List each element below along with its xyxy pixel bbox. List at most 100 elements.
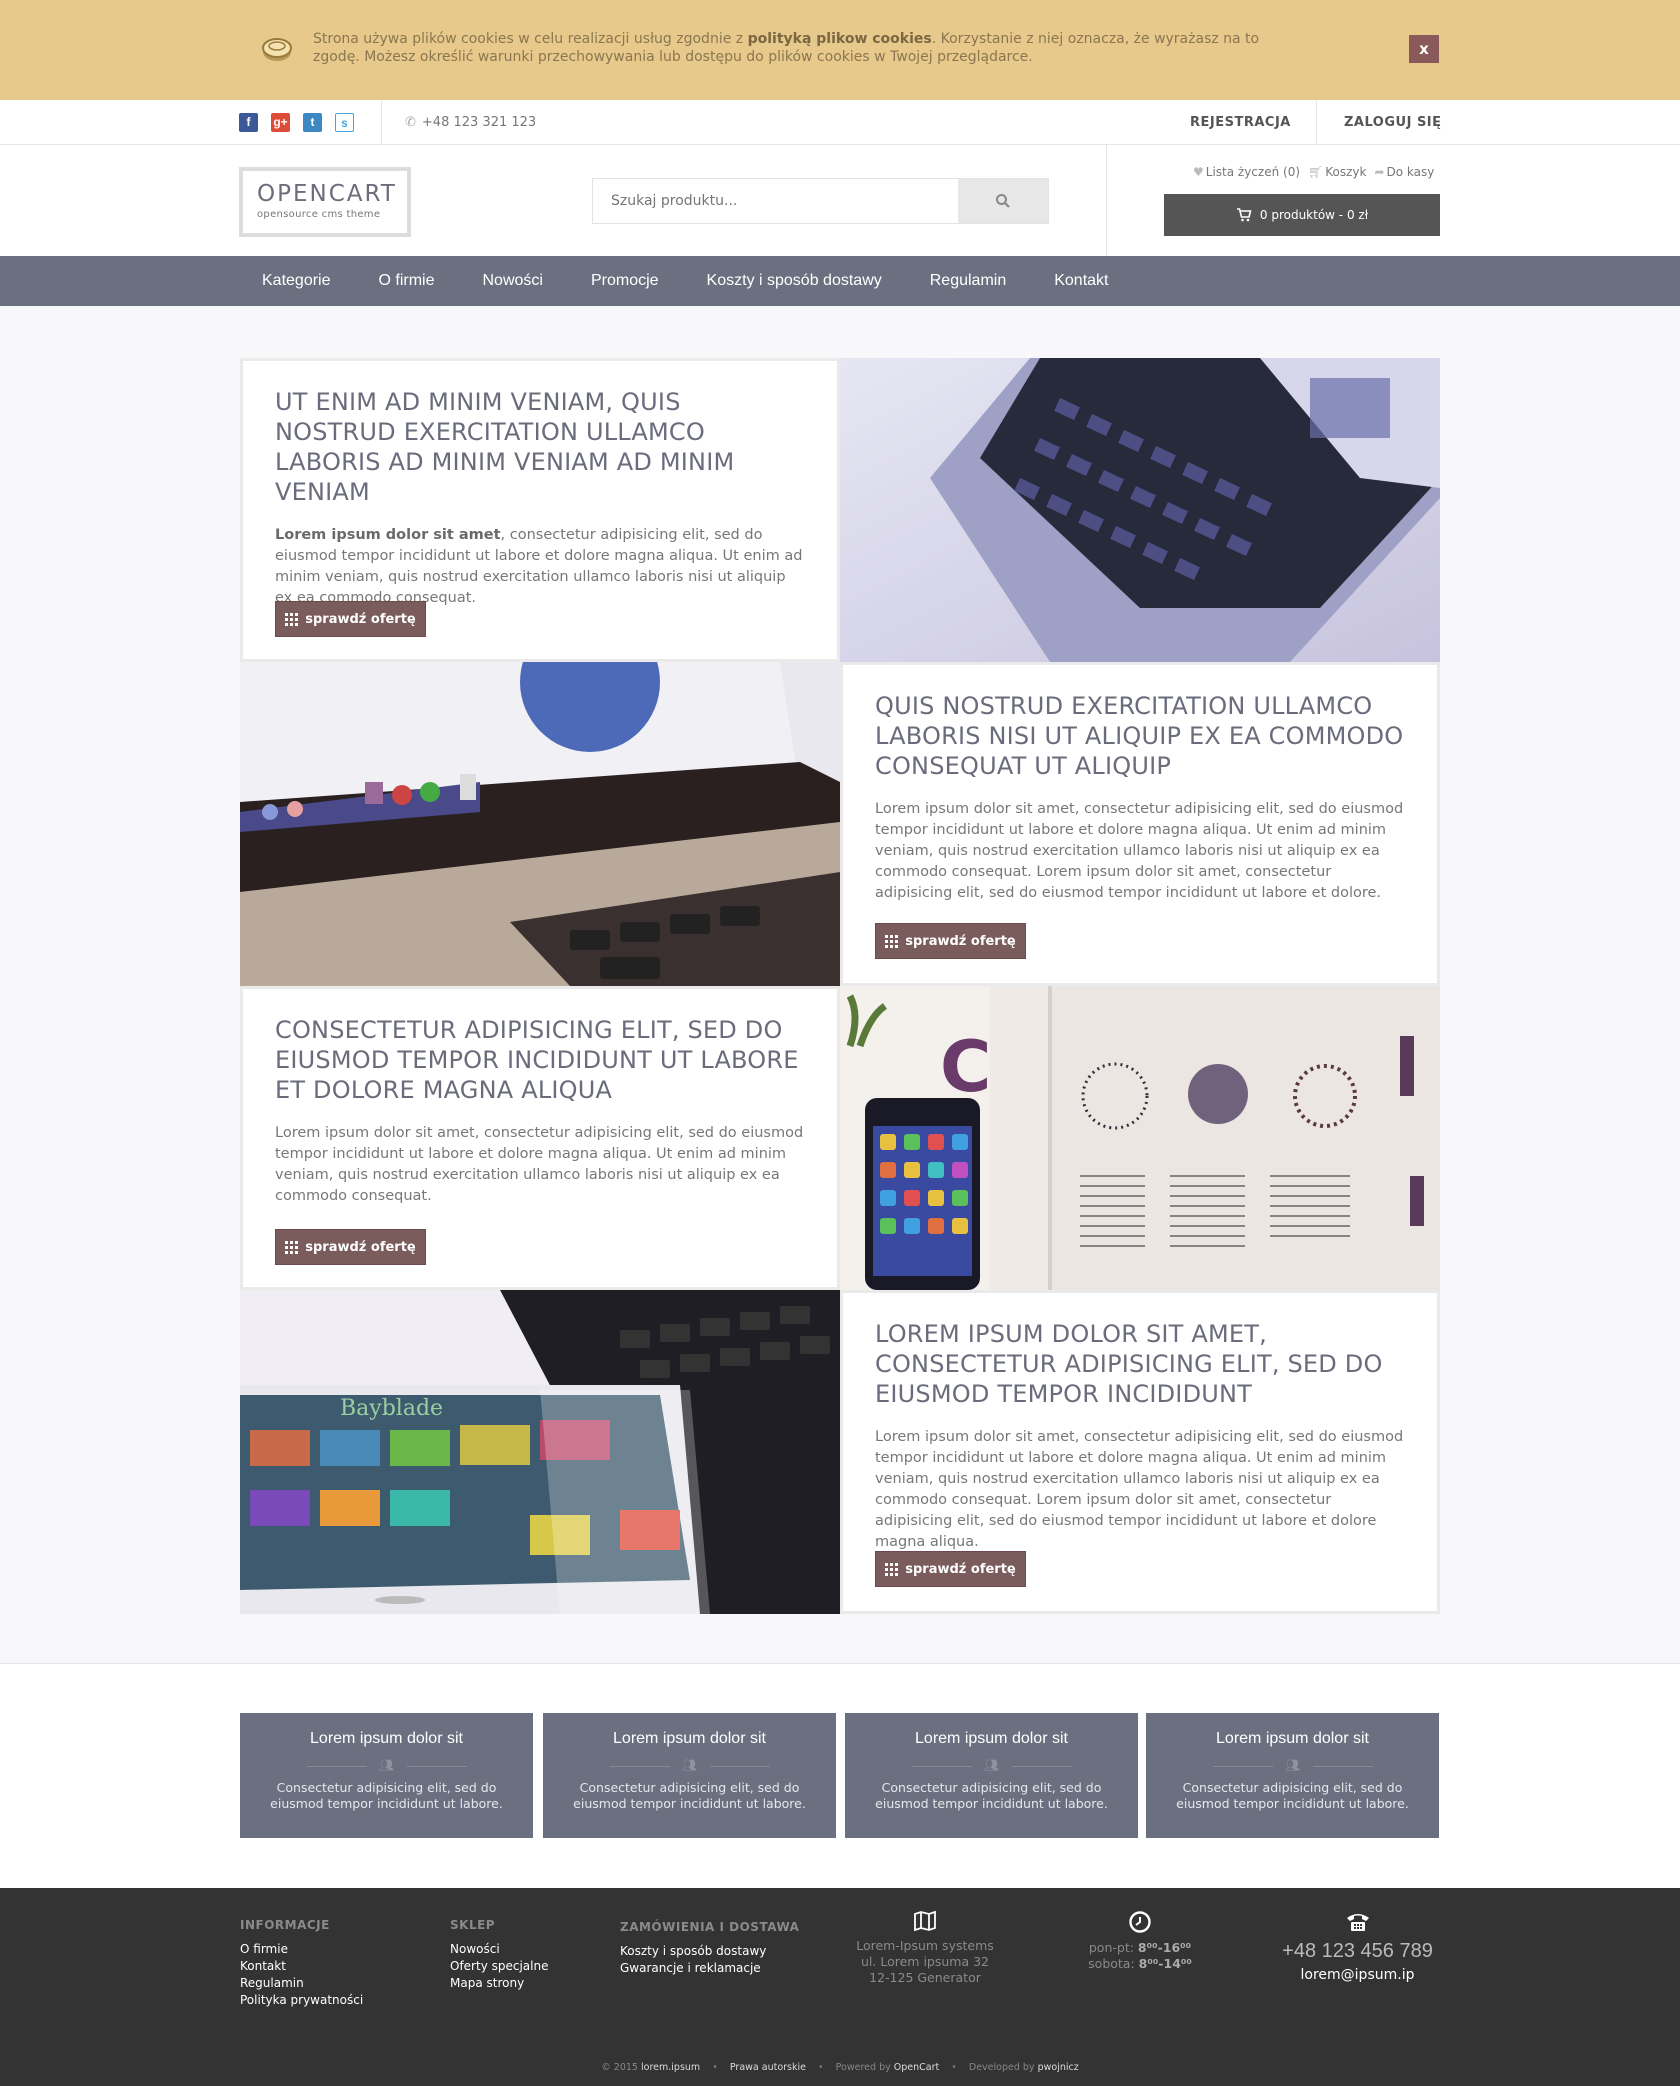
address-line: 12-125 Generator (869, 1970, 981, 1985)
header-links: ♥ Lista życzeń (0) 🛒︎ Koszyk ➦ Do kasy (1193, 165, 1434, 179)
nav-item-shipping[interactable]: Koszty i sposób dostawy (683, 256, 906, 306)
feature-text: Consectetur adipisicing elit, sed do eiu… (573, 1780, 806, 1811)
map-icon (914, 1910, 936, 1932)
login-link[interactable]: ZALOGUJ SIĘ (1344, 115, 1442, 130)
promo-tile: QUIS NOSTRUD EXERCITATION ULLAMCO LABORI… (840, 662, 1440, 986)
nav-item-new[interactable]: Nowości (459, 256, 567, 306)
cookie-policy-link[interactable]: polityką plikow cookies (748, 31, 932, 47)
divider (1106, 145, 1107, 256)
cart-button[interactable]: 0 produktów - 0 zł (1164, 194, 1440, 236)
tile-text: Lorem ipsum dolor sit amet, consectetur … (275, 1125, 804, 1204)
offer-button[interactable]: sprawdź ofertę (875, 1551, 1026, 1587)
svg-text:C: C (940, 1026, 991, 1108)
cookie-text: Strona używa plików cookies w celu reali… (313, 31, 748, 47)
powered-by-label: Powered by (835, 2062, 891, 2073)
footer-link[interactable]: O firmie (240, 1941, 363, 1958)
search-icon (996, 194, 1010, 208)
search-input[interactable] (593, 179, 959, 223)
footer-orders-title: ZAMÓWIENIA I DOSTAWA (620, 1920, 800, 1934)
footer-shop-title: SKLEP (450, 1918, 496, 1932)
footer-link[interactable]: Koszty i sposób dostawy (620, 1943, 799, 1960)
cart-link[interactable]: 🛒︎ Koszyk (1308, 165, 1366, 179)
top-phone-number: +48 123 321 123 (421, 115, 537, 130)
search-button[interactable] (958, 179, 1048, 223)
nav-item-promotions[interactable]: Promocje (567, 256, 683, 306)
tile-lead: Lorem ipsum dolor sit amet (275, 527, 501, 543)
footer-link[interactable]: Kontakt (240, 1958, 363, 1975)
search-box (592, 178, 1049, 224)
footer-shop-column: SKLEP Nowości Oferty specjalne Mapa stro… (450, 1918, 548, 1992)
logo-subtitle: opensource cms theme (257, 209, 381, 220)
svg-text:Bayblade: Bayblade (340, 1396, 443, 1421)
promo-tile: CONSECTETUR ADIPISICING ELIT, SED DO EIU… (240, 986, 840, 1290)
logo[interactable]: OPENCART opensource cms theme (239, 167, 411, 237)
tablet-on-laptop-photo: Bayblade (240, 1290, 840, 1614)
copyright-site-link[interactable]: lorem.ipsum (641, 2062, 700, 2073)
nav-item-contact[interactable]: Kontakt (1030, 256, 1132, 306)
hours-saturday-label: sobota: (1088, 1956, 1135, 1971)
facebook-icon[interactable]: f (239, 113, 258, 132)
grid-icon (885, 1562, 899, 1576)
powered-by-link[interactable]: OpenCart (894, 2062, 939, 2073)
footer-orders-column: ZAMÓWIENIA I DOSTAWA Koszty i sposób dos… (620, 1920, 799, 1977)
nav-item-about[interactable]: O firmie (355, 256, 459, 306)
grid-icon (285, 1240, 299, 1254)
footer-phone[interactable]: +48 123 456 789 (1270, 1940, 1445, 1963)
footer-info-column: INFORMACJE O firmie Kontakt Regulamin Po… (240, 1918, 363, 2009)
tile-text: Lorem ipsum dolor sit amet, consectetur … (875, 801, 1404, 901)
grid-icon (285, 612, 299, 626)
footer-link[interactable]: Regulamin (240, 1975, 363, 1992)
cookie-close-button[interactable]: x (1409, 35, 1439, 63)
feature-box: Lorem ipsum dolor sit 👥︎ Consectetur adi… (1146, 1713, 1439, 1838)
checkout-label: Do kasy (1386, 165, 1435, 179)
tile-text: Lorem ipsum dolor sit amet, consectetur … (875, 1429, 1404, 1550)
tile-title: UT ENIM AD MINIM VENIAM, QUIS NOSTRUD EX… (275, 388, 735, 506)
wishlist-link[interactable]: ♥ Lista życzeń (0) (1193, 165, 1300, 179)
clock-icon (1129, 1911, 1151, 1933)
footer-email[interactable]: lorem@ipsum.ip (1270, 1967, 1445, 1983)
feature-box: Lorem ipsum dolor sit 👥︎ Consectetur adi… (845, 1713, 1138, 1838)
developed-by-label: Developed by (968, 2062, 1035, 2073)
footer-hours: pon-pt: 8⁰⁰-16⁰⁰ sobota: 8⁰⁰-14⁰⁰ (1060, 1910, 1220, 1972)
register-link[interactable]: REJESTRACJA (1190, 115, 1291, 130)
users-icon: 👥︎ (681, 1758, 698, 1772)
footer-link[interactable]: Mapa strony (450, 1975, 548, 1992)
developer-link[interactable]: pwojnicz (1038, 2062, 1079, 2073)
copyright-bar: © 2015 lorem.ipsum • Prawa autorskie • P… (601, 2062, 1079, 2073)
logo-title: OPENCART (257, 181, 397, 207)
twitter-icon[interactable]: t (303, 113, 322, 132)
footer-link[interactable]: Polityka prywatności (240, 1992, 363, 2009)
divider (1316, 100, 1317, 145)
cart-link-label: Koszyk (1325, 165, 1367, 179)
divider (0, 1663, 1680, 1664)
grid-icon (885, 934, 899, 948)
skype-icon[interactable]: s (335, 113, 354, 132)
feature-text: Consectetur adipisicing elit, sed do eiu… (270, 1780, 503, 1811)
cart-icon: 🛒︎ (1308, 165, 1324, 179)
hours-weekday-label: pon-pt: (1088, 1940, 1134, 1955)
phone-and-magazine-photo: C (840, 986, 1440, 1290)
header: OPENCART opensource cms theme ♥Lista życ… (0, 145, 1680, 256)
cookie-message: Strona używa plików cookies w celu reali… (313, 30, 1283, 66)
feature-text: Consectetur adipisicing elit, sed do eiu… (1176, 1780, 1409, 1811)
cart-summary: 0 produktów - 0 zł (1259, 208, 1369, 222)
feature-title: Lorem ipsum dolor sit (915, 1730, 1068, 1747)
users-icon: 👥︎ (983, 1758, 1000, 1772)
nav-item-terms[interactable]: Regulamin (906, 256, 1030, 306)
nav-item-categories[interactable]: Kategorie (238, 256, 355, 306)
cookie-icon (262, 38, 292, 61)
checkout-link[interactable]: ➦ Do kasy (1374, 165, 1434, 179)
footer-link[interactable]: Gwarancje i reklamacje (620, 1960, 799, 1977)
offer-button[interactable]: sprawdź ofertę (275, 1229, 426, 1265)
copyright-rights-link[interactable]: Prawa autorskie (730, 2062, 806, 2073)
footer-link[interactable]: Nowości (450, 1941, 548, 1958)
share-arrow-icon: ➦ (1374, 165, 1385, 179)
google-plus-icon[interactable]: g+ (271, 113, 290, 132)
footer-info-title: INFORMACJE (240, 1918, 330, 1932)
footer-link[interactable]: Oferty specjalne (450, 1958, 548, 1975)
offer-button[interactable]: sprawdź ofertę (875, 923, 1026, 959)
offer-button-label: sprawdź ofertę (305, 611, 416, 627)
heart-icon: ♥ (1193, 165, 1204, 179)
offer-button[interactable]: sprawdź ofertę (275, 601, 426, 637)
tile-title: LOREM IPSUM DOLOR SIT AMET, CONSECTETUR … (875, 1320, 1383, 1408)
